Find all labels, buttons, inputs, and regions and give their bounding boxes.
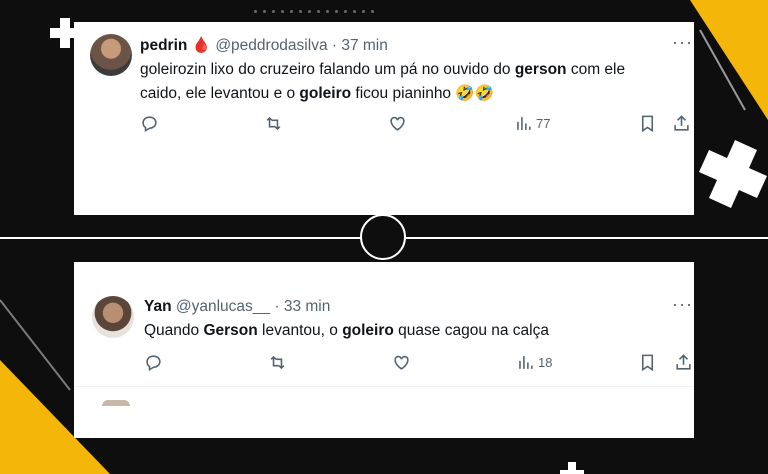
tweet-card-1: pedrin 🩸 @peddrodasilva · 37 min ··· gol…: [74, 22, 694, 215]
more-dots-icon[interactable]: ···: [672, 32, 693, 53]
reply-icon[interactable]: [144, 353, 163, 372]
views-icon[interactable]: 18: [516, 353, 552, 372]
reply-icon[interactable]: [140, 114, 159, 133]
tweet-actions: 18: [144, 353, 694, 377]
bookmark-icon[interactable]: [638, 353, 657, 372]
like-icon[interactable]: [388, 114, 407, 133]
verified-badge: 🩸: [191, 37, 211, 54]
views-count: 77: [536, 116, 551, 131]
next-tweet-avatar-partial: [102, 400, 130, 406]
user-name[interactable]: Yan: [144, 298, 172, 315]
tweet-card-2: Yan @yanlucas__ · 33 min ··· Quando Gers…: [74, 262, 694, 438]
user-handle[interactable]: @yanlucas__: [176, 298, 270, 315]
views-count: 18: [538, 355, 553, 370]
user-handle[interactable]: @peddrodasilva: [215, 37, 327, 54]
more-dots-icon[interactable]: ···: [672, 294, 693, 315]
timestamp[interactable]: · 37 min: [332, 37, 388, 54]
timestamp[interactable]: · 33 min: [274, 298, 330, 315]
divider-circle: [360, 214, 406, 260]
tweet-text: Quando Gerson levantou, o goleiro quase …: [144, 322, 549, 339]
tweet-actions: 77: [140, 114, 690, 138]
bookmark-icon[interactable]: [638, 114, 657, 133]
retweet-icon[interactable]: [264, 114, 283, 133]
retweet-icon[interactable]: [268, 353, 287, 372]
share-icon[interactable]: [672, 114, 691, 133]
tweet-text: goleirozin lixo do cruzeiro falando um p…: [140, 61, 626, 102]
avatar[interactable]: [92, 296, 134, 338]
views-icon[interactable]: 77: [514, 114, 550, 133]
tweet-header: pedrin 🩸 @peddrodasilva · 37 min: [140, 36, 388, 55]
next-tweet-preview: [74, 386, 694, 387]
tweet-header: Yan @yanlucas__ · 33 min: [144, 298, 330, 316]
share-icon[interactable]: [674, 353, 693, 372]
user-name[interactable]: pedrin: [140, 37, 187, 54]
avatar[interactable]: [90, 34, 132, 76]
like-icon[interactable]: [392, 353, 411, 372]
